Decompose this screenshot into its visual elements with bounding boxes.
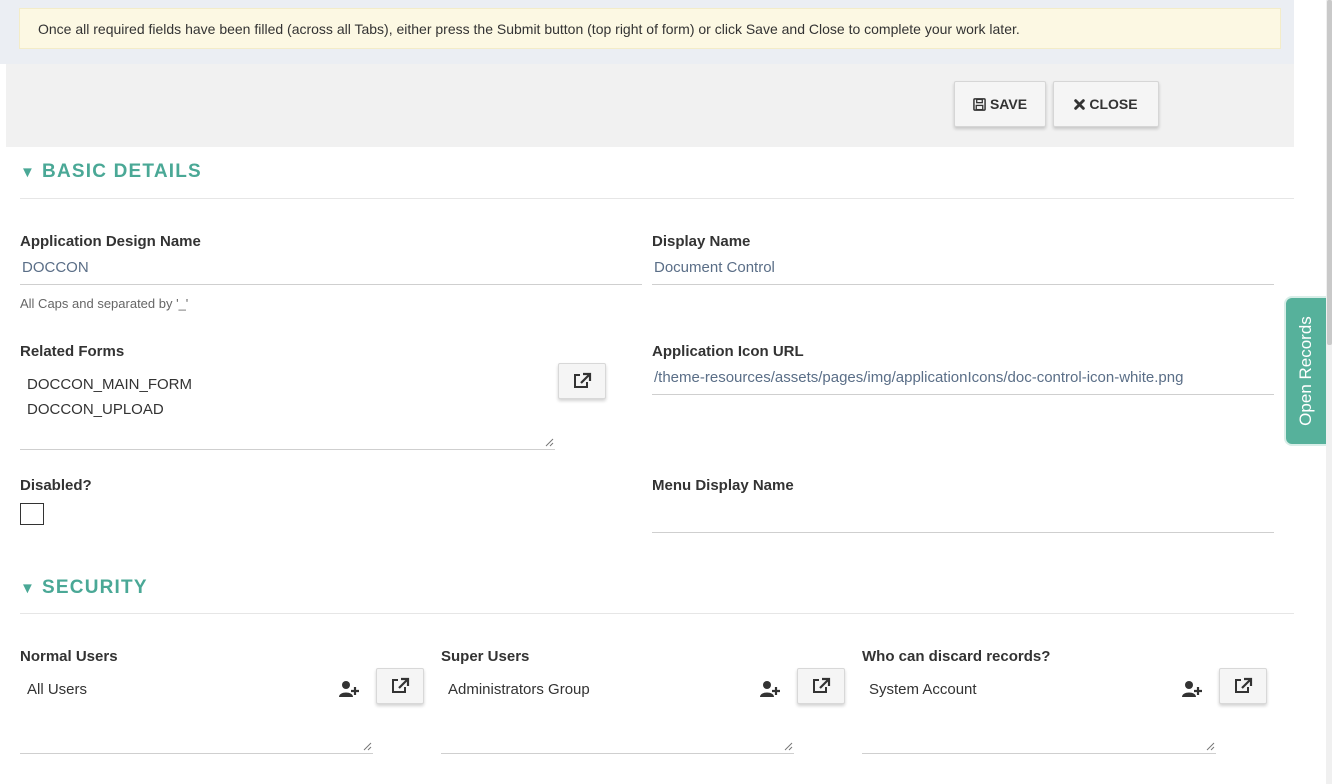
disabled-checkbox[interactable] [20, 503, 44, 525]
super-users-textarea[interactable]: Administrators Group [441, 671, 794, 754]
section-security-label: SECURITY [42, 577, 148, 598]
related-forms-textarea[interactable]: DOCCON_MAIN_FORM DOCCON_UPLOAD [20, 366, 555, 450]
scrollbar-thumb[interactable] [1327, 0, 1332, 345]
close-button[interactable]: CLOSE [1053, 81, 1159, 127]
open-discard-button[interactable] [1219, 668, 1267, 704]
display-name-input[interactable]: Document Control [652, 255, 1274, 285]
close-icon [1074, 98, 1086, 110]
related-form-item: DOCCON_MAIN_FORM [27, 376, 193, 393]
resize-handle-icon[interactable] [1205, 741, 1215, 751]
floppy-disk-icon [973, 97, 986, 111]
add-user-icon[interactable] [759, 680, 781, 698]
add-user-icon[interactable] [338, 680, 360, 698]
section-divider [20, 198, 1294, 199]
form-body: ▼ BASIC DETAILS Application Design Name … [6, 147, 1294, 784]
external-link-icon [1235, 677, 1253, 693]
app-design-name-hint: All Caps and separated by '_' [20, 296, 189, 311]
resize-handle-icon[interactable] [362, 741, 372, 751]
icon-url-label: Application Icon URL [652, 343, 804, 360]
open-related-forms-button[interactable] [558, 363, 606, 399]
normal-users-textarea[interactable]: All Users [20, 671, 373, 754]
related-forms-label: Related Forms [20, 343, 125, 360]
normal-users-value: All Users [27, 681, 88, 698]
icon-url-input[interactable]: /theme-resources/assets/pages/img/applic… [652, 365, 1274, 395]
open-records-label: Open Records [1296, 316, 1315, 426]
external-link-icon [574, 372, 592, 388]
external-link-icon [392, 677, 410, 693]
collapse-triangle-icon: ▼ [20, 579, 37, 597]
discard-value: System Account [869, 681, 977, 698]
collapse-triangle-icon: ▼ [20, 163, 37, 181]
section-security[interactable]: ▼ SECURITY [20, 577, 148, 599]
menu-display-name-label: Menu Display Name [652, 477, 794, 494]
save-button[interactable]: SAVE [954, 81, 1046, 127]
notice-banner: Once all required fields have been fille… [19, 8, 1281, 49]
resize-handle-icon[interactable] [783, 741, 793, 751]
display-name-label: Display Name [652, 233, 751, 250]
disabled-label: Disabled? [20, 477, 92, 494]
save-button-label: SAVE [989, 96, 1028, 112]
section-basic-details[interactable]: ▼ BASIC DETAILS [20, 161, 202, 183]
section-divider [20, 613, 1294, 614]
open-normal-users-button[interactable] [376, 668, 424, 704]
form-toolbar: SAVE CLOSE [6, 64, 1294, 147]
open-super-users-button[interactable] [797, 668, 845, 704]
super-users-value: Administrators Group [448, 681, 590, 698]
discard-label: Who can discard records? [862, 648, 1051, 665]
resize-handle-icon[interactable] [544, 437, 554, 447]
normal-users-label: Normal Users [20, 648, 118, 665]
close-button-label: CLOSE [1089, 96, 1138, 112]
app-design-name-input[interactable]: DOCCON [20, 255, 642, 285]
related-form-item: DOCCON_UPLOAD [27, 401, 164, 418]
section-basic-details-label: BASIC DETAILS [42, 161, 202, 182]
app-design-name-label: Application Design Name [20, 233, 201, 250]
super-users-label: Super Users [441, 648, 530, 665]
menu-display-name-input[interactable] [652, 503, 1274, 533]
open-records-tab[interactable]: Open Records [1286, 298, 1326, 444]
add-user-icon[interactable] [1181, 680, 1203, 698]
discard-textarea[interactable]: System Account [862, 671, 1216, 754]
external-link-icon [813, 677, 831, 693]
